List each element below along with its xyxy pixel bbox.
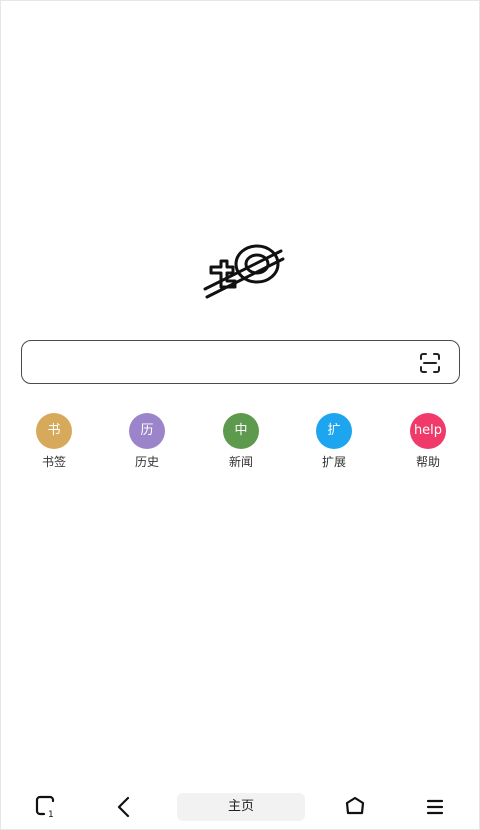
shortcut-label: 书签 [41,455,66,469]
news-icon: 中 [223,413,259,449]
extensions-icon: 扩 [316,413,352,449]
shortcut-help[interactable]: help 帮助 [398,413,458,473]
home-tab-button[interactable]: 主页 [177,793,305,821]
menu-icon[interactable] [421,793,449,821]
help-icon: help [410,413,446,449]
scan-icon[interactable] [419,352,441,374]
shortcut-news[interactable]: 中 新闻 [211,413,271,473]
home-icon[interactable] [341,793,369,821]
shortcut-label: 帮助 [415,455,440,469]
search-input[interactable] [34,341,418,385]
shortcut-label: 扩展 [321,455,346,469]
shortcut-label: 新闻 [228,455,253,469]
quick-shortcuts: 书 书签 历 历史 中 新闻 扩 扩展 help 帮助 [1,413,480,473]
shortcut-label: 历史 [134,455,159,469]
browser-logo [203,244,285,299]
history-icon: 历 [129,413,165,449]
search-bar[interactable] [21,340,460,385]
browser-home-page: 书 书签 历 历史 中 新闻 扩 扩展 help 帮助 1 主页 [0,0,480,830]
bookmark-icon: 书 [36,413,72,449]
shortcut-history[interactable]: 历 历史 [117,413,177,473]
shortcut-bookmarks[interactable]: 书 书签 [24,413,84,473]
tab-count: 1 [48,810,54,820]
back-icon[interactable] [110,793,138,821]
tabs-icon[interactable]: 1 [32,793,60,821]
bottom-toolbar: 1 主页 [1,787,479,827]
shortcut-extensions[interactable]: 扩 扩展 [304,413,364,473]
